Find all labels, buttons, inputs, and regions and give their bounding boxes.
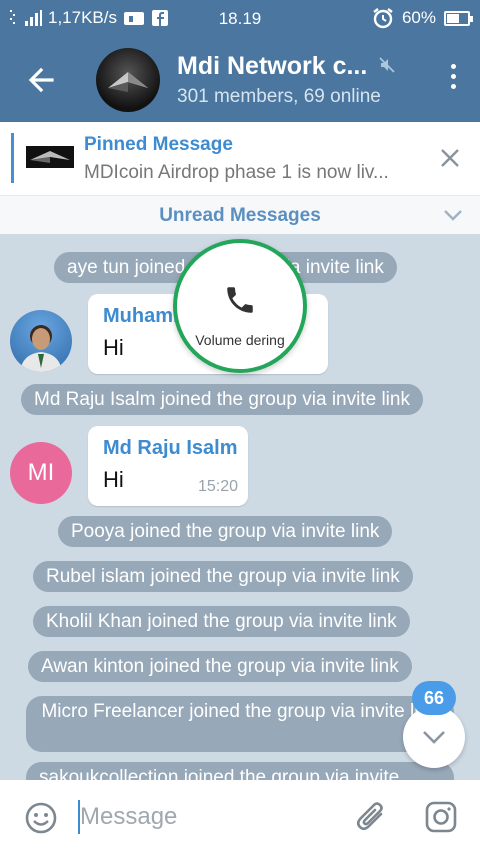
group-logo-icon xyxy=(108,72,148,92)
battery-fill xyxy=(447,13,459,23)
sender-name[interactable]: Md Raju Isalm xyxy=(103,437,237,460)
unread-label: Unread Messages xyxy=(159,205,321,226)
phone-icon xyxy=(227,287,253,313)
scroll-down-button[interactable] xyxy=(403,706,465,768)
group-avatar[interactable] xyxy=(96,48,160,112)
pinned-title: Pinned Message xyxy=(84,134,233,155)
message-text: Hi xyxy=(103,335,124,360)
message-bubble[interactable]: Md Raju Isalm Hi 15:20 xyxy=(88,426,248,506)
emoji-icon[interactable] xyxy=(24,801,58,835)
message-composer xyxy=(0,780,480,854)
chat-title[interactable]: Mdi Network c... xyxy=(177,52,367,81)
user-photo-icon xyxy=(20,325,62,372)
unread-count-badge: 66 xyxy=(412,681,456,715)
call-overlay-label: Volume dering xyxy=(195,332,285,348)
service-message: sakoukcollection joined the group via in… xyxy=(26,762,454,780)
service-message: Kholil Khan joined the group via invite … xyxy=(33,606,410,637)
chat-header: Mdi Network c... 301 members, 69 online xyxy=(0,38,480,122)
service-message: Md Raju Isalm joined the group via invit… xyxy=(21,384,423,415)
service-message: Awan kinton joined the group via invite … xyxy=(28,651,412,682)
service-message: Pooya joined the group via invite link xyxy=(58,516,393,547)
message-list[interactable]: aye tun joined the group via invite link… xyxy=(0,234,480,780)
message-text: Hi xyxy=(103,467,124,492)
alarm-icon xyxy=(373,8,393,29)
avatar[interactable]: MI xyxy=(10,442,72,504)
chevron-down-icon xyxy=(423,731,445,744)
battery-icon xyxy=(444,10,473,26)
chevron-down-icon[interactable] xyxy=(442,206,464,224)
pinned-thumbnail xyxy=(26,146,74,168)
floating-call-overlay[interactable]: Volume dering xyxy=(171,239,309,373)
message-input[interactable] xyxy=(80,798,340,836)
status-bar: 1,17KB/s 18.19 60% xyxy=(0,0,480,38)
pinned-message[interactable]: Pinned Message MDIcoin Airdrop phase 1 i… xyxy=(0,122,480,195)
pinned-logo-icon xyxy=(30,151,70,163)
service-message: Rubel islam joined the group via invite … xyxy=(33,561,413,592)
status-right: 60% xyxy=(372,7,473,29)
message-time: 15:20 xyxy=(197,478,238,495)
camera-icon[interactable] xyxy=(424,800,458,834)
close-icon[interactable] xyxy=(436,144,464,172)
battery-percent: 60% xyxy=(401,8,436,27)
attach-icon[interactable] xyxy=(355,800,389,836)
muted-icon xyxy=(379,57,395,73)
pinned-accent-bar xyxy=(11,133,14,183)
unread-messages-bar[interactable]: Unread Messages xyxy=(0,195,480,234)
more-options-icon[interactable] xyxy=(448,64,458,94)
service-message: Micro Freelancer joined the group via in… xyxy=(26,696,454,752)
chat-subtitle: 301 members, 69 online xyxy=(177,86,381,107)
back-arrow-icon[interactable] xyxy=(24,60,60,100)
pinned-text: MDIcoin Airdrop phase 1 is now liv... xyxy=(84,162,389,183)
avatar[interactable] xyxy=(10,310,72,372)
